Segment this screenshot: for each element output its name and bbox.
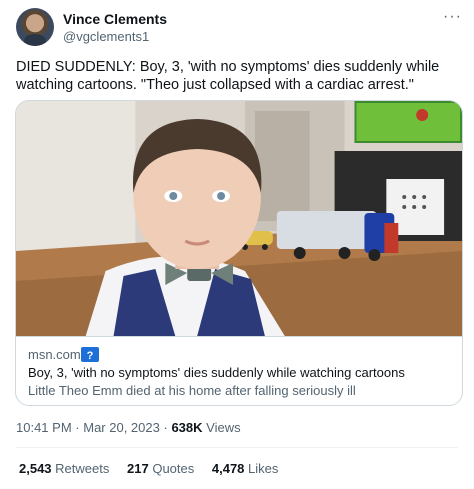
author-name[interactable]: Vince Clements [63,11,167,27]
retweets-stat[interactable]: 2,543 Retweets [19,461,109,476]
shield-question-icon: ? [81,347,99,362]
quotes-label: Quotes [152,461,195,476]
engagement-stats: 2,543 Retweets 217 Quotes 4,478 Likes [19,461,292,476]
author-avatar[interactable] [16,8,54,46]
card-domain: msn.com [28,347,81,362]
tweet-meta: 10:41 PM · Mar 20, 2023 · 638K Views [16,420,241,435]
more-horizontal-icon[interactable]: ··· [443,8,462,26]
tweet-text: DIED SUDDENLY: Boy, 3, 'with no symptoms… [16,59,440,93]
author-handle[interactable]: @vgclements1 [63,29,149,44]
tweet-date[interactable]: Mar 20, 2023 [83,420,160,435]
quotes-count: 217 [127,461,149,476]
views-label: Views [206,420,241,435]
meta-separator: · [75,420,80,435]
article-image [16,101,462,336]
likes-stat[interactable]: 4,478 Likes [212,461,279,476]
tweet-time[interactable]: 10:41 PM [16,420,72,435]
card-info[interactable]: msn.com ? Boy, 3, 'with no symptoms' die… [16,336,462,405]
link-card[interactable]: msn.com ? Boy, 3, 'with no symptoms' die… [15,100,463,406]
likes-label: Likes [248,461,279,476]
meta-separator-2: · [163,420,168,435]
card-description: Little Theo Emm died at his home after f… [28,383,356,398]
card-title: Boy, 3, 'with no symptoms' dies suddenly… [28,365,405,380]
views-count: 638K [171,420,203,435]
retweets-count: 2,543 [19,461,52,476]
likes-count: 4,478 [211,461,245,476]
retweets-label: Retweets [55,461,110,476]
badge-text: ? [87,350,94,362]
quotes-stat[interactable]: 217 Quotes [127,461,194,476]
divider [16,447,458,448]
